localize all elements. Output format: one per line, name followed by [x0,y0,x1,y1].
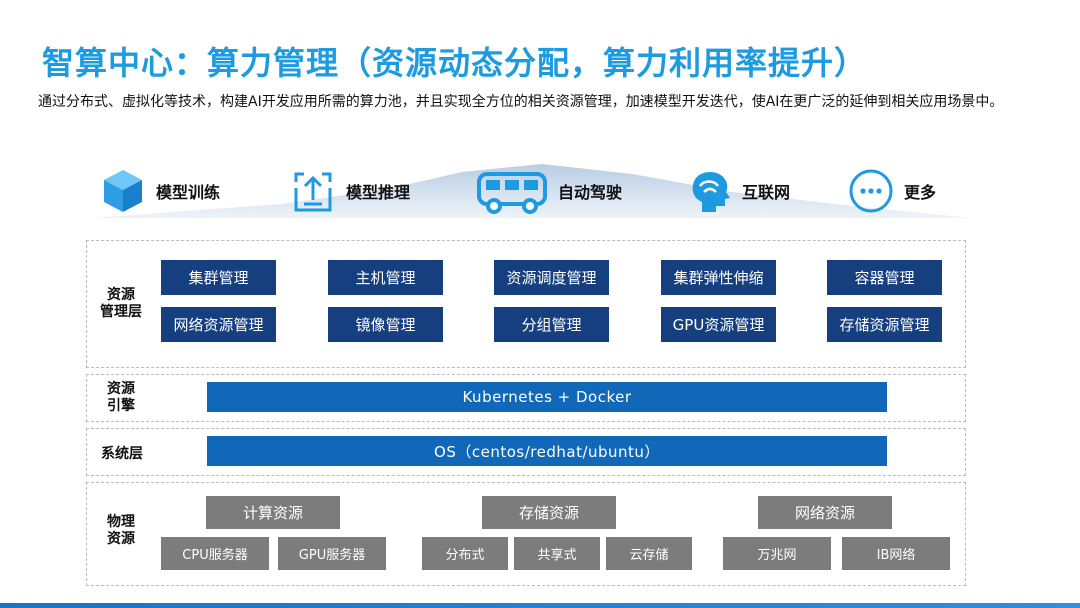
bus-icon [477,172,547,214]
module-box: 存储资源管理 [827,307,942,342]
physical-item: 共享式 [514,537,600,570]
page-title: 智算中心：算力管理（资源动态分配，算力利用率提升） [42,44,868,82]
ai-head-icon [692,172,730,212]
module-box: 网络资源管理 [161,307,276,342]
app-label: 模型推理 [346,183,411,202]
app-internet: 互联网 [686,168,790,214]
physical-group-compute: 计算资源 [206,496,340,529]
app-label: 互联网 [742,183,791,202]
module-box: 集群管理 [161,260,276,295]
engine-bar: Kubernetes + Docker [207,382,887,412]
app-model-inference: 模型推理 [290,168,410,214]
layer-label-system: 系统层 [101,446,143,462]
more-dots-icon [849,169,893,213]
module-box: 集群弹性伸缩 [661,260,776,295]
physical-group-storage: 存储资源 [482,496,616,529]
physical-item: 分布式 [422,537,508,570]
upload-tray-icon [294,172,332,212]
module-box: 镜像管理 [328,307,443,342]
app-model-training: 模型训练 [100,168,220,214]
module-box: 主机管理 [328,260,443,295]
module-box: GPU资源管理 [661,307,776,342]
layer-label-resource-engine: 资源 引擎 [107,381,135,414]
physical-item: 云存储 [606,537,692,570]
bottom-accent-line [0,603,1080,608]
module-box: 资源调度管理 [494,260,609,295]
physical-item: 万兆网 [723,537,831,570]
cube-icon [104,170,142,212]
physical-group-network: 网络资源 [758,496,892,529]
physical-item: GPU服务器 [278,537,386,570]
app-more: 更多 [848,168,936,214]
app-label: 更多 [904,183,937,202]
module-box: 分组管理 [494,307,609,342]
app-label: 模型训练 [156,183,221,202]
layer-label-resource-management: 资源 管理层 [100,287,142,320]
layer-label-physical-resources: 物理 资源 [107,514,135,547]
module-box: 容器管理 [827,260,942,295]
app-label: 自动驾驶 [558,183,623,202]
page-description: 通过分布式、虚拟化等技术，构建AI开发应用所需的算力池，并且实现全方位的相关资源… [38,94,1004,110]
physical-item: IB网络 [842,537,950,570]
physical-item: CPU服务器 [161,537,269,570]
app-autonomous-driving: 自动驾驶 [476,168,622,214]
os-bar: OS（centos/redhat/ubuntu） [207,436,887,466]
